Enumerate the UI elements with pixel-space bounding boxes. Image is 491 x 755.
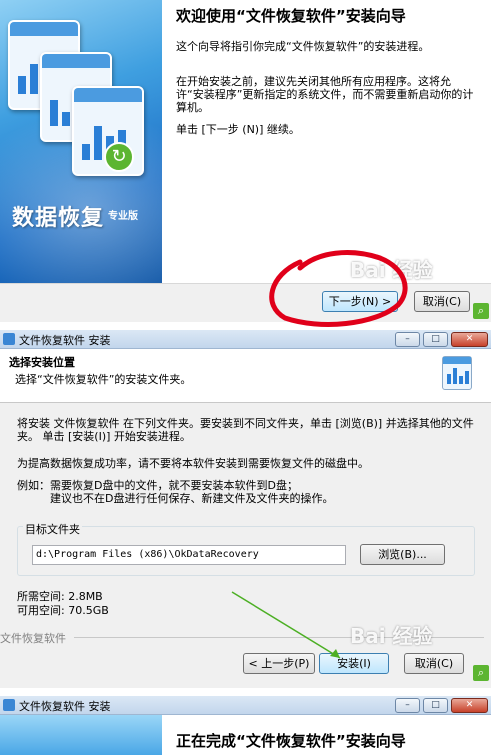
finishing-wizard-panel: 文件恢复软件 安装 – □ ✕ 正在完成“文件恢复软件”安装向导 xyxy=(0,696,491,755)
app-logo-icon xyxy=(442,356,472,390)
wizard-continue-hint: 单击 [下一步 (N)] 继续。 xyxy=(176,123,300,136)
page-header: 选择安装位置 选择“文件恢复软件”的安装文件夹。 xyxy=(0,349,491,403)
install-button[interactable]: 安装(I) xyxy=(319,653,389,674)
page-title: 选择安装位置 xyxy=(9,356,75,369)
close-button[interactable]: ✕ xyxy=(451,698,488,713)
wizard-side-banner: ↻ 数据恢复 专业版 xyxy=(0,0,162,283)
baidu-watermark: Bai 经验 xyxy=(350,258,433,282)
next-button[interactable]: 下一步(N) > xyxy=(322,291,398,312)
maximize-button[interactable]: □ xyxy=(423,332,448,347)
maximize-button[interactable]: □ xyxy=(423,698,448,713)
install-path-input[interactable]: d:\Program Files (x86)\OkDataRecovery xyxy=(32,545,346,565)
welcome-wizard-panel: ↻ 数据恢复 专业版 欢迎使用“文件恢复软件”安装向导 这个向导将指引你完成“文… xyxy=(0,0,491,322)
window-title: 文件恢复软件 安装 xyxy=(19,334,111,347)
baidu-watermark: Bai 经验 xyxy=(350,624,433,648)
cancel-button[interactable]: 取消(C) xyxy=(414,291,470,312)
available-space: 可用空间: 70.5GB xyxy=(17,604,109,617)
choose-location-panel: 文件恢复软件 安装 – □ ✕ 选择安装位置 选择“文件恢复软件”的安装文件夹。… xyxy=(0,330,491,688)
target-folder-label: 目标文件夹 xyxy=(23,521,82,537)
installer-icon xyxy=(3,699,15,711)
close-button[interactable]: ✕ xyxy=(451,332,488,347)
window-titlebar: 文件恢复软件 安装 – □ ✕ xyxy=(0,330,491,349)
page-subtitle: 选择“文件恢复软件”的安装文件夹。 xyxy=(15,373,192,386)
install-instructions: 将安装 文件恢复软件 在下列文件夹。要安装到不同文件夹，单击 [浏览(B)] 并… xyxy=(17,417,474,443)
wizard-finishing-title: 正在完成“文件恢复软件”安装向导 xyxy=(176,732,406,750)
required-space: 所需空间: 2.8MB xyxy=(17,590,103,603)
minimize-button[interactable]: – xyxy=(395,698,420,713)
recovery-tip: 为提高数据恢复成功率，请不要将本软件安装到需要恢复文件的磁盘中。 xyxy=(17,457,369,470)
back-button[interactable]: < 上一步(P) xyxy=(243,653,315,674)
wizard-close-apps-text: 在开始安装之前，建议先关闭其他所有应用程序。这将允许“安装程序”更新指定的系统文… xyxy=(176,75,474,114)
minimize-button[interactable]: – xyxy=(395,332,420,347)
wizard-intro-text: 这个向导将指引你完成“文件恢复软件”的安装进程。 xyxy=(176,40,430,53)
window-titlebar: 文件恢复软件 安装 – □ ✕ xyxy=(0,696,491,715)
brand-name: 数据恢复 xyxy=(12,206,105,231)
wizard-side-banner xyxy=(0,715,162,755)
installer-icon xyxy=(3,333,15,345)
wizard-button-bar: 下一步(N) > 取消(C) ⌕ xyxy=(0,283,491,322)
search-icon: ⌕ xyxy=(473,303,489,319)
footer-brand: 文件恢复软件 xyxy=(0,632,66,645)
browse-button[interactable]: 浏览(B)... xyxy=(360,544,445,565)
window-title: 文件恢复软件 安装 xyxy=(19,700,111,713)
recovery-example: 例如：需要恢复D盘中的文件，就不要安装本软件到D盘； 建议也不在D盘进行任何保存… xyxy=(17,479,334,505)
wizard-welcome-title: 欢迎使用“文件恢复软件”安装向导 xyxy=(176,7,406,25)
refresh-icon: ↻ xyxy=(104,142,134,172)
cancel-button[interactable]: 取消(C) xyxy=(404,653,464,674)
search-icon: ⌕ xyxy=(473,665,489,681)
brand-edition: 专业版 xyxy=(108,211,138,222)
